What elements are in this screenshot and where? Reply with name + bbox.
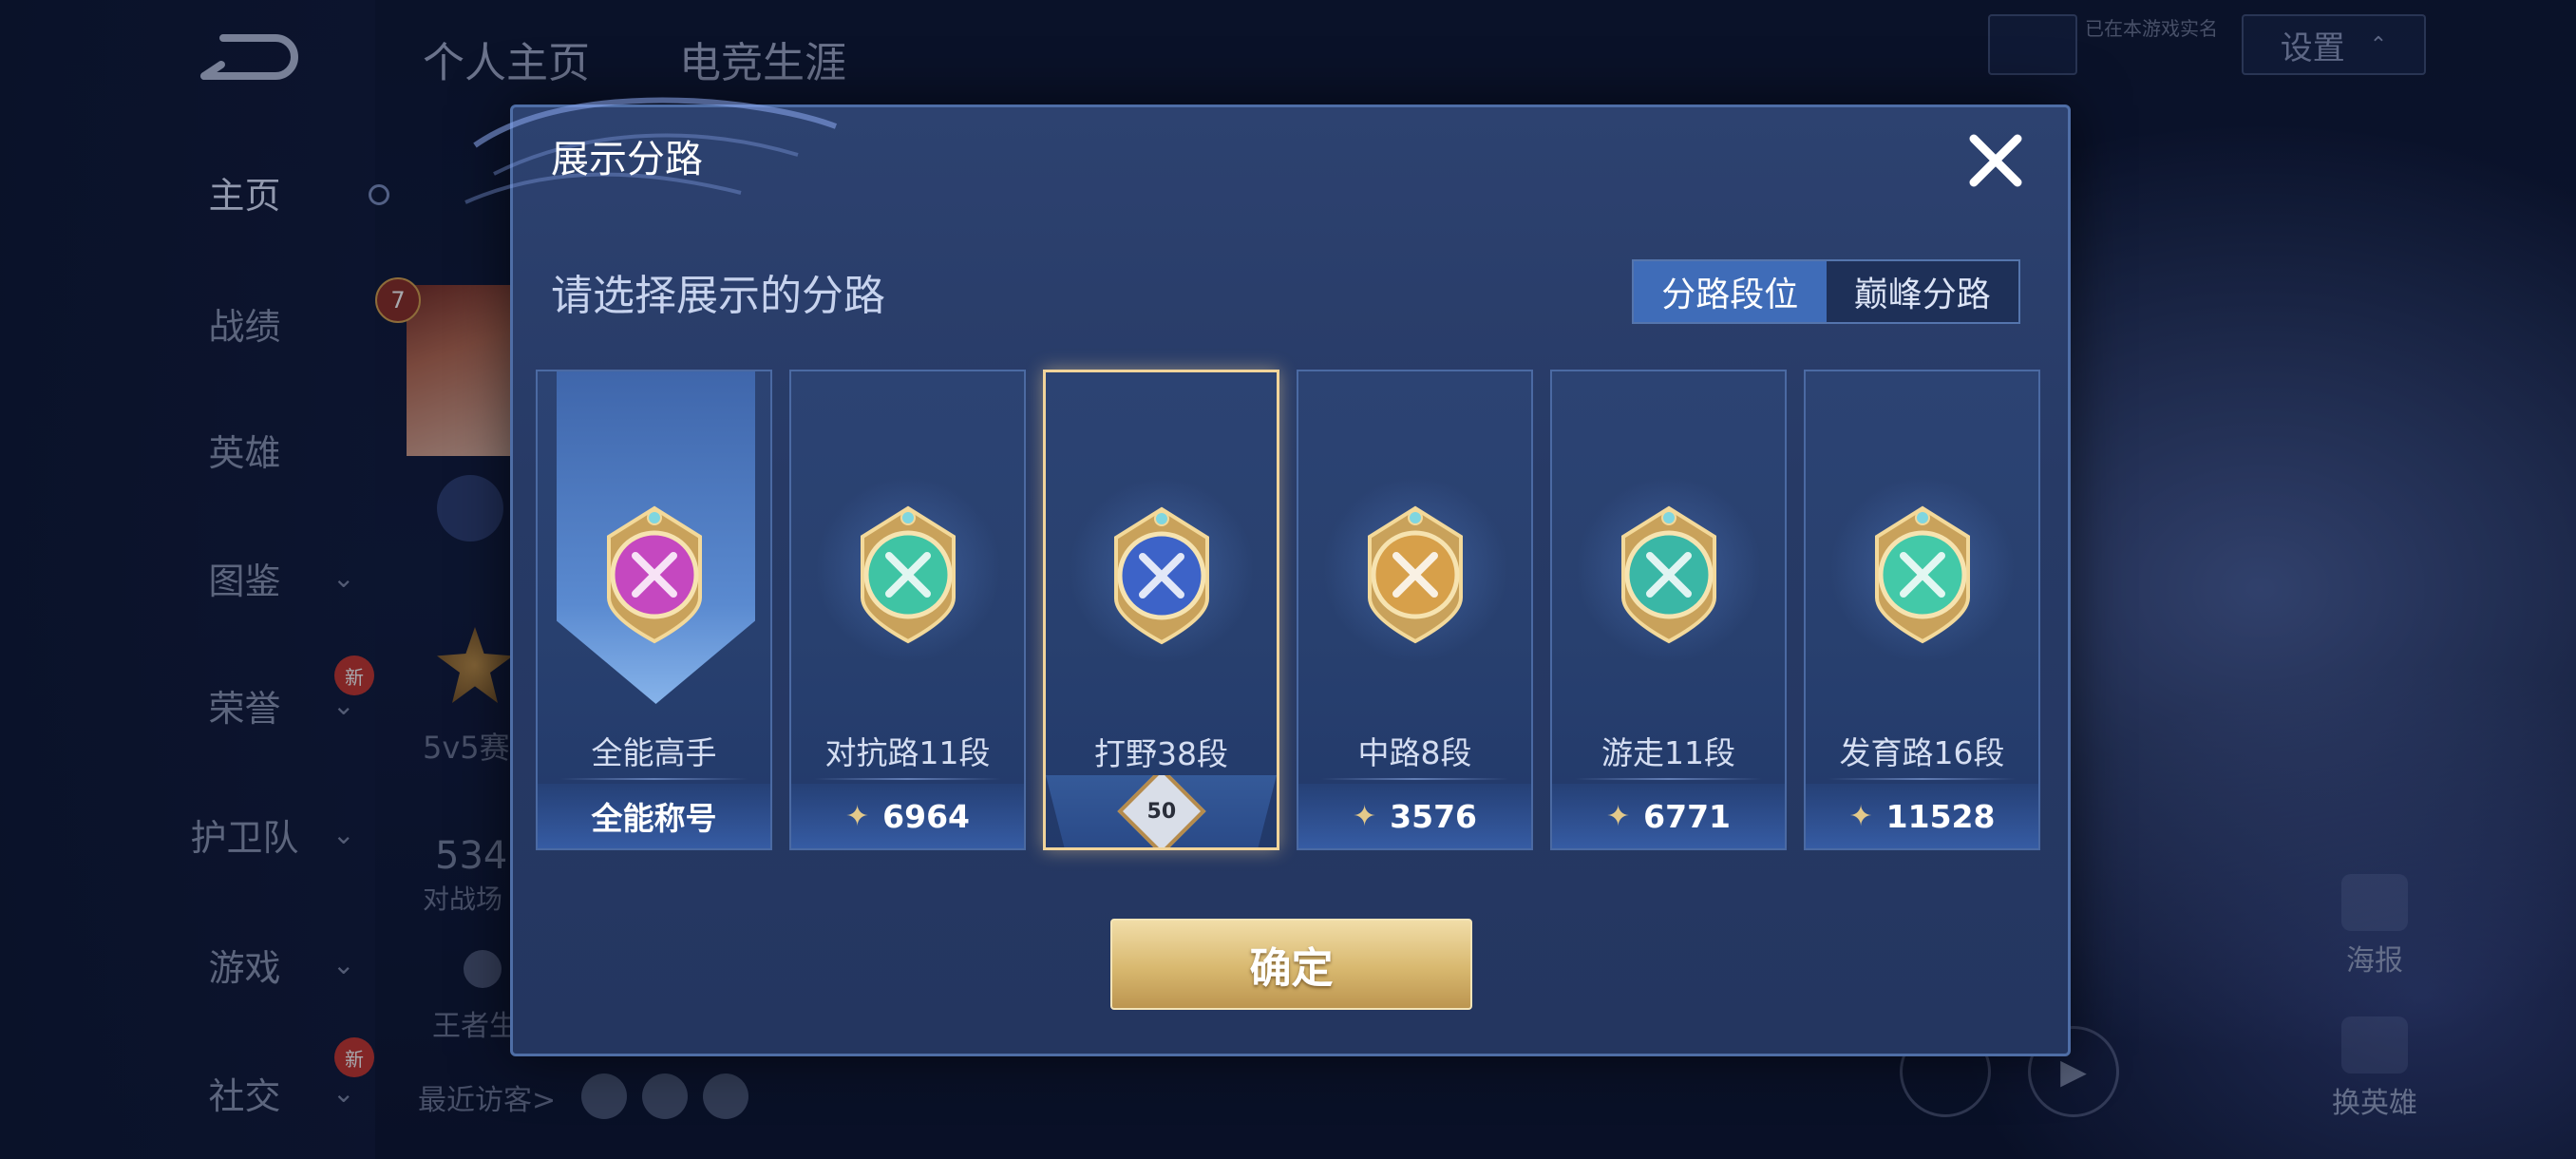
lane-badge-icon: [606, 505, 702, 644]
tab-peak-lane[interactable]: 巅峰分路: [1827, 261, 2019, 322]
lane-points-icon: ✦: [1353, 799, 1377, 833]
lane-badge-icon: [1874, 505, 1970, 644]
card-divider: [1575, 778, 1762, 780]
lane-badge-icon: [1113, 506, 1209, 645]
lane-points-value: 3576: [1390, 797, 1477, 835]
lane-card[interactable]: 打野38段 50: [1043, 370, 1279, 850]
lane-card-footer: 全能称号: [538, 784, 770, 848]
title-footer-text: 全能称号: [591, 800, 717, 837]
lane-card[interactable]: 中路8段 ✦ 3576: [1297, 370, 1533, 850]
lane-points-icon: ✦: [845, 799, 870, 833]
lane-display-dialog: 展示分路 请选择展示的分路 分路段位 巅峰分路 全能高手 全能称号 对抗路11段 ✦ 6…: [464, 97, 2071, 1056]
dialog-subtitle: 请选择展示的分路: [551, 272, 885, 320]
lane-points-value: 6964: [882, 797, 970, 835]
lane-card-list: 全能高手 全能称号 对抗路11段 ✦ 6964 打野38段 50 中路8段 ✦ 3576 游走11段…: [536, 370, 2046, 854]
lane-points-icon: ✦: [1606, 799, 1631, 833]
lane-mode-segmented-control: 分路段位 巅峰分路: [1632, 259, 2020, 324]
level-tag: 50: [1046, 775, 1277, 847]
card-divider: [1828, 778, 2016, 780]
card-divider: [1321, 778, 1508, 780]
dialog-title: 展示分路: [551, 138, 703, 181]
level-value: 50: [1146, 799, 1176, 824]
level-diamond-icon: 50: [1116, 775, 1206, 847]
lane-card-footer: ✦ 3576: [1298, 784, 1531, 848]
lane-card-label: 对抗路11段: [824, 734, 991, 771]
lane-card-label: 中路8段: [1357, 734, 1472, 771]
close-icon: [1969, 134, 2022, 187]
lane-card[interactable]: 全能高手 全能称号: [536, 370, 772, 850]
confirm-button[interactable]: 确定: [1110, 919, 1472, 1010]
lane-card-label: 游走11段: [1601, 734, 1735, 771]
card-divider: [560, 778, 748, 780]
lane-badge-icon: [1367, 505, 1463, 644]
lane-points-value: 6771: [1643, 797, 1731, 835]
close-button[interactable]: [1961, 126, 2030, 195]
lane-badge-icon: [860, 505, 956, 644]
lane-card-footer: ✦ 6771: [1552, 784, 1785, 848]
lane-card-footer: ✦ 11528: [1806, 784, 2038, 848]
tab-lane-rank[interactable]: 分路段位: [1634, 261, 1827, 322]
lane-points-icon: ✦: [1848, 799, 1873, 833]
lane-card[interactable]: 游走11段 ✦ 6771: [1550, 370, 1787, 850]
lane-card-label: 打野38段: [1094, 735, 1228, 772]
lane-card-label: 发育路16段: [1839, 734, 2005, 771]
lane-points-value: 11528: [1885, 797, 1996, 835]
lane-card-footer: ✦ 6964: [791, 784, 1024, 848]
card-divider: [814, 778, 1001, 780]
lane-card[interactable]: 对抗路11段 ✦ 6964: [789, 370, 1026, 850]
lane-card-label: 全能高手: [591, 734, 717, 771]
lane-card[interactable]: 发育路16段 ✦ 11528: [1804, 370, 2040, 850]
lane-badge-icon: [1620, 505, 1716, 644]
